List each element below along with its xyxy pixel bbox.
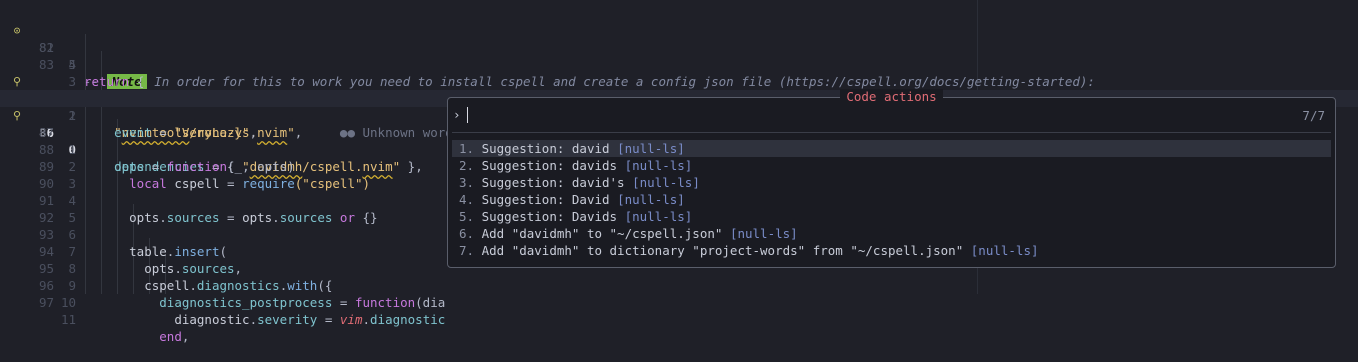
action-item[interactable]: 6. Add "davidmh" to "~/cspell.json" [nul… <box>452 225 1331 242</box>
item-label: Suggestion: davids <box>474 158 625 173</box>
search-input-cursor[interactable] <box>467 107 468 123</box>
variable: diagnostic <box>174 312 250 327</box>
comma: , <box>181 329 190 344</box>
code-line-83[interactable]: 83 3 { <box>0 39 1358 106</box>
table-key: diagnostics_postprocess <box>159 295 333 310</box>
item-number: 7. <box>459 243 475 258</box>
item-number: 2. <box>459 158 475 173</box>
item-label: Suggestion: Davids <box>474 209 625 224</box>
code-line-85[interactable]: 85 1 event = "VeryLazy", <box>0 73 1358 140</box>
keyword-function: function <box>354 295 416 310</box>
line-number: 97 <box>38 295 54 310</box>
code-line-84[interactable]: ⚲ 84 2 "nvimtools/none-ls.nvim", ●● Unkn… <box>0 56 1358 140</box>
item-source: [null-ls] <box>632 175 700 190</box>
item-label: Add "davidmh" to dictionary "project-wor… <box>474 243 971 258</box>
item-label: Add "davidmh" to "~/cspell.json" <box>474 226 730 241</box>
code-actions-popup[interactable]: Code actions › 7/7 1. Suggestion: david … <box>447 89 1336 268</box>
builtin-vim: vim <box>339 312 363 327</box>
item-source: [null-ls] <box>970 243 1039 258</box>
field: severity <box>257 312 318 327</box>
code-text: diagnostics_postprocess = function(dia <box>84 294 445 311</box>
action-item[interactable]: 3. Suggestion: david's [null-ls] <box>452 174 1331 191</box>
item-number: 1. <box>459 141 475 156</box>
item-source: [null-ls] <box>617 192 685 207</box>
item-source: [null-ls] <box>617 141 685 156</box>
action-list: 1. Suggestion: david [null-ls] 2. Sugges… <box>452 140 1331 259</box>
result-counter: 7/7 <box>1302 108 1325 123</box>
field: diagnostic <box>370 312 446 327</box>
item-label: Suggestion: david <box>474 141 618 156</box>
item-source: [null-ls] <box>624 158 693 173</box>
editor-pane[interactable]: ⊙ 81 5 -- Note In order for this to work… <box>0 0 1358 344</box>
code-line-82[interactable]: 82 4 return { <box>0 22 1358 89</box>
item-label: Suggestion: david's <box>474 175 633 190</box>
popup-divider <box>452 132 1331 133</box>
item-number: 3. <box>459 175 475 190</box>
popup-title: Code actions <box>840 89 943 104</box>
operator: = <box>317 312 340 327</box>
action-item[interactable]: 7. Add "davidmh" to dictionary "project-… <box>452 242 1331 259</box>
code-text: end, <box>84 328 189 345</box>
code-line-81[interactable]: ⊙ 81 5 -- Note In order for this to work… <box>0 5 1358 89</box>
popup-title-bar: Code actions <box>448 89 1335 105</box>
code-line-97[interactable]: 97 11 end, <box>0 277 1358 344</box>
operator: = <box>332 295 355 310</box>
action-item-selected[interactable]: 1. Suggestion: david [null-ls] <box>452 140 1331 157</box>
item-source: [null-ls] <box>729 226 798 241</box>
action-item[interactable]: 2. Suggestion: davids [null-ls] <box>452 157 1331 174</box>
code-text: diagnostic.severity = vim.diagnostic <box>84 311 445 328</box>
relative-line-number: 10 <box>60 295 76 310</box>
item-number: 6. <box>459 226 475 241</box>
dot: . <box>362 312 371 327</box>
item-number: 5. <box>459 209 475 224</box>
relative-line-number: 11 <box>60 312 76 327</box>
prompt-chevron-icon: › <box>453 107 461 122</box>
action-item[interactable]: 5. Suggestion: Davids [null-ls] <box>452 208 1331 225</box>
keyword-end: end <box>159 329 182 344</box>
action-item[interactable]: 4. Suggestion: David [null-ls] <box>452 191 1331 208</box>
item-source: [null-ls] <box>624 209 693 224</box>
item-label: Suggestion: David <box>474 192 618 207</box>
params: (dia <box>415 295 446 310</box>
item-number: 4. <box>459 192 475 207</box>
dot: . <box>249 312 258 327</box>
